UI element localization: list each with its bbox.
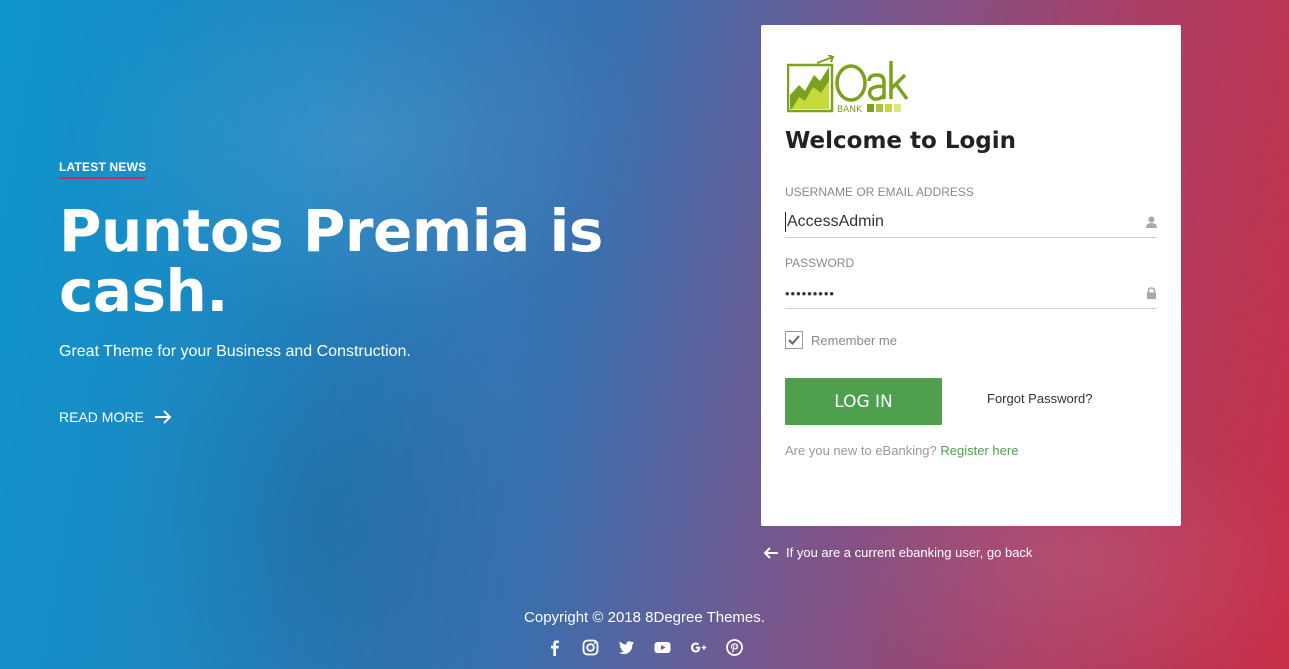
arrow-right-icon xyxy=(154,410,172,424)
hero-headline: Puntos Premia is cash. xyxy=(59,197,603,325)
password-label: PASSWORD xyxy=(785,256,855,270)
login-card: BANK Welcome to Login USERNAME OR EMAIL … xyxy=(761,25,1181,526)
register-link[interactable]: Register here xyxy=(940,443,1018,458)
logo-subtext: BANK xyxy=(837,105,863,114)
hero-section: LATEST NEWS Puntos Premia is cash. Great… xyxy=(59,158,619,425)
username-label: USERNAME OR EMAIL ADDRESS xyxy=(785,185,974,199)
youtube-icon[interactable] xyxy=(654,638,672,656)
lock-icon xyxy=(1147,287,1156,299)
google-plus-icon[interactable] xyxy=(690,638,708,656)
footer: Copyright © 2018 8Degree Themes. xyxy=(0,609,1289,656)
go-back-link[interactable]: If you are a current ebanking user, go b… xyxy=(763,545,1032,560)
login-button[interactable]: LOG IN xyxy=(785,378,942,425)
remember-me-label: Remember me xyxy=(811,332,897,348)
login-title: Welcome to Login xyxy=(785,128,1017,154)
go-back-label: If you are a current ebanking user, go b… xyxy=(786,545,1033,560)
username-input[interactable]: AccessAdmin xyxy=(785,207,1157,238)
forgot-password-link[interactable]: Forgot Password? xyxy=(987,391,1093,406)
password-field: PASSWORD ••••••••• xyxy=(785,256,1157,309)
twitter-icon[interactable] xyxy=(618,638,636,656)
arrow-left-icon xyxy=(763,546,778,559)
social-links xyxy=(0,638,1289,656)
checkmark-icon xyxy=(788,335,800,345)
latest-news-label: LATEST NEWS xyxy=(59,160,147,179)
text-cursor xyxy=(785,212,786,232)
instagram-icon[interactable] xyxy=(582,638,600,656)
register-prompt-text: Are you new to eBanking? xyxy=(785,443,937,458)
register-prompt: Are you new to eBanking? Register here xyxy=(785,443,1018,458)
user-icon xyxy=(1146,216,1157,228)
facebook-icon[interactable] xyxy=(546,638,564,656)
read-more-label: READ MORE xyxy=(59,409,144,425)
password-input[interactable]: ••••••••• xyxy=(785,278,1157,309)
logo-bank-text: BANK xyxy=(837,105,863,114)
username-value: AccessAdmin xyxy=(787,213,884,230)
copyright-text: Copyright © 2018 8Degree Themes. xyxy=(524,609,765,626)
read-more-link[interactable]: READ MORE xyxy=(59,409,619,425)
password-value: ••••••••• xyxy=(785,285,835,301)
pinterest-icon[interactable] xyxy=(726,638,744,656)
remember-me: Remember me xyxy=(785,331,897,349)
username-field: USERNAME OR EMAIL ADDRESS AccessAdmin xyxy=(785,185,1157,238)
hero-subtitle: Great Theme for your Business and Constr… xyxy=(59,343,411,360)
remember-me-checkbox[interactable] xyxy=(785,331,803,349)
